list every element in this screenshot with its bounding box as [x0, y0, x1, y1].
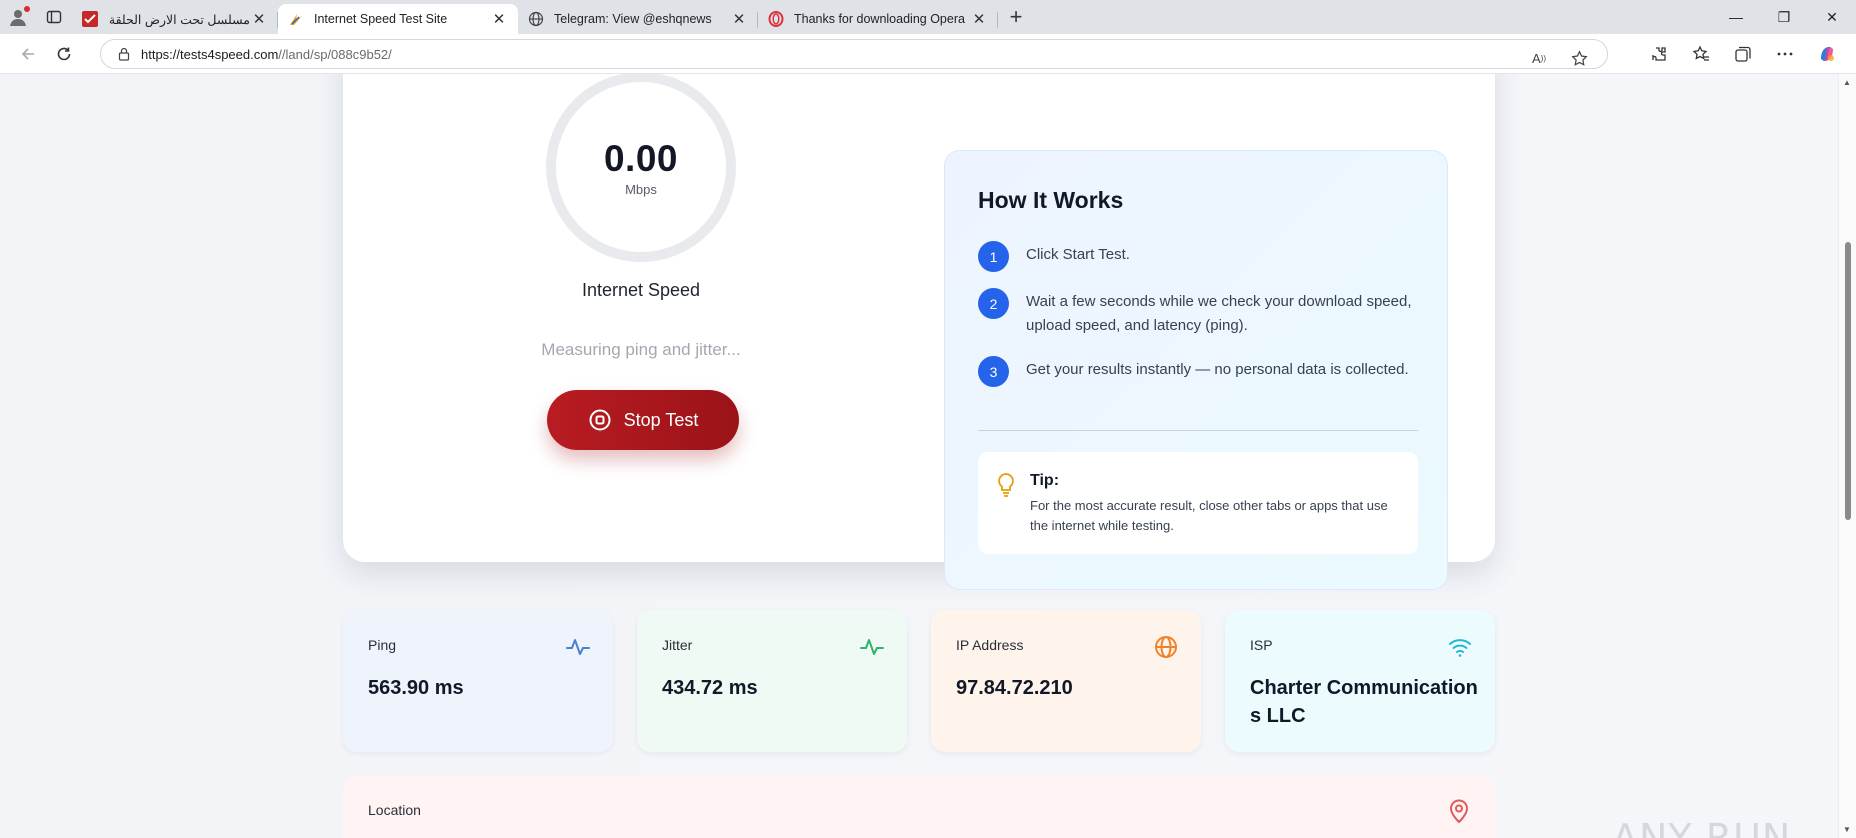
lightbulb-icon [996, 472, 1016, 498]
map-pin-icon [1447, 798, 1471, 824]
scroll-down-arrow[interactable]: ▼ [1843, 825, 1851, 834]
address-bar[interactable]: https://tests4speed.com//land/sp/088c9b5… [100, 39, 1608, 69]
speed-test-card: 0.00 Mbps Internet Speed Measuring ping … [343, 74, 1495, 590]
step-text: Click Start Test. [1026, 246, 1130, 263]
close-icon[interactable]: ✕ [490, 10, 508, 28]
checkmark-red-icon [82, 11, 98, 27]
scroll-up-arrow[interactable]: ▲ [1843, 78, 1851, 87]
tip-title: Tip: [1030, 472, 1060, 489]
favorite-star-icon[interactable] [1559, 42, 1599, 74]
tab-speed-test[interactable]: Internet Speed Test Site ✕ [278, 4, 518, 34]
speed-gauge: 0.00 Mbps [546, 74, 736, 262]
speed-label: Internet Speed [581, 280, 701, 300]
how-it-works-panel: How It Works 1 Click Start Test. 2 Wait … [944, 150, 1448, 590]
test-status-text: Measuring ping and jitter... [541, 340, 741, 359]
stat-value: 97.84.72.210 [956, 677, 1073, 699]
stat-value: 434.72 ms [662, 677, 758, 699]
divider [978, 430, 1418, 431]
tab-opera[interactable]: Thanks for downloading Opera ✕ [758, 4, 998, 34]
tab-label: Internet Speed Test Site [314, 12, 448, 26]
copilot-icon[interactable] [1806, 38, 1848, 70]
activity-icon [565, 634, 591, 660]
step-text: Get your results instantly — no personal… [1026, 361, 1409, 378]
stat-value: Charter Communications LLC [1250, 677, 1478, 727]
stop-test-label: Stop Test [623, 409, 699, 430]
scroll-thumb[interactable] [1845, 242, 1851, 520]
watermark-text: ANY RUN [1612, 816, 1792, 838]
stat-label: Ping [368, 637, 397, 653]
ip-address-card: IP Address 97.84.72.210 [931, 610, 1201, 752]
restore-button[interactable]: ❐ [1760, 0, 1808, 34]
step-number: 3 [978, 356, 1009, 387]
step-item: 2 Wait a few seconds while we check your… [978, 288, 1418, 338]
ping-card: Ping 563.90 ms [343, 610, 613, 752]
more-menu-icon[interactable] [1764, 38, 1806, 70]
activity-icon [859, 634, 885, 660]
stop-test-button[interactable]: Stop Test [547, 390, 739, 450]
page-scrollbar[interactable]: ▲ ▼ [1838, 74, 1856, 838]
stat-value: 563.90 ms [368, 677, 464, 699]
stat-label: ISP [1250, 637, 1273, 653]
page-viewport: 0.00 Mbps Internet Speed Measuring ping … [0, 74, 1838, 838]
close-window-button[interactable]: ✕ [1808, 0, 1856, 34]
how-it-works-title: How It Works [978, 187, 1124, 213]
location-card: Location [343, 776, 1495, 838]
tab-label: Telegram: View @eshqnews [554, 12, 712, 26]
read-aloud-icon[interactable]: A)) [1519, 42, 1559, 74]
url-path: //land/sp/088c9b52/ [278, 46, 392, 62]
stat-label: Jitter [662, 637, 693, 653]
isp-card: ISP Charter Communications LLC [1225, 610, 1495, 752]
lock-icon[interactable] [117, 47, 131, 61]
tab-telegram[interactable]: Telegram: View @eshqnews ✕ [518, 4, 758, 34]
location-label: Location [368, 802, 421, 818]
step-number: 1 [978, 241, 1009, 272]
opera-icon [768, 11, 784, 27]
extensions-icon[interactable] [1638, 38, 1680, 70]
stop-circle-icon [588, 408, 612, 432]
close-icon[interactable]: ✕ [970, 10, 988, 28]
tab-label: Thanks for downloading Opera [794, 12, 965, 26]
profile-icon[interactable] [0, 0, 36, 34]
step-item: 1 Click Start Test. [978, 241, 1418, 272]
tip-box: Tip: For the most accurate result, close… [978, 452, 1418, 554]
step-text: Wait a few seconds while we check your d… [1026, 293, 1412, 334]
jitter-card: Jitter 434.72 ms [637, 610, 907, 752]
speed-value: 0.00 [603, 137, 678, 179]
new-tab-button[interactable]: + [998, 0, 1034, 34]
tab-label: مسلسل تحت الارض الحلقة 13 مترجم [108, 12, 250, 27]
browser-toolbar: https://tests4speed.com//land/sp/088c9b5… [0, 34, 1856, 74]
step-item: 3 Get your results instantly — no person… [978, 356, 1418, 387]
minimize-button[interactable]: — [1712, 0, 1760, 34]
stat-label: IP Address [956, 637, 1024, 653]
wifi-icon [1447, 634, 1473, 660]
tab-arabic-series[interactable]: مسلسل تحت الارض الحلقة 13 مترجم ✕ [72, 4, 278, 34]
tab-strip: مسلسل تحت الارض الحلقة 13 مترجم ✕ Intern… [0, 0, 1856, 34]
refresh-button[interactable] [46, 38, 82, 70]
step-number: 2 [978, 288, 1009, 319]
close-icon[interactable]: ✕ [730, 10, 748, 28]
collections-icon[interactable] [1722, 38, 1764, 70]
close-icon[interactable]: ✕ [250, 10, 268, 28]
anyrun-watermark: ANY RUN [1612, 802, 1812, 838]
speed-unit: Mbps [625, 181, 657, 197]
globe-icon [528, 11, 544, 27]
tip-text: For the most accurate result, close othe… [1030, 498, 1388, 533]
window-controls: — ❐ ✕ [1712, 0, 1856, 34]
url-host: https://tests4speed.com [141, 46, 279, 62]
speedtest-favicon-icon [288, 11, 304, 27]
favorites-icon[interactable] [1680, 38, 1722, 70]
tab-actions-icon[interactable] [36, 0, 72, 34]
globe-icon [1153, 634, 1179, 660]
back-button[interactable] [10, 38, 46, 70]
